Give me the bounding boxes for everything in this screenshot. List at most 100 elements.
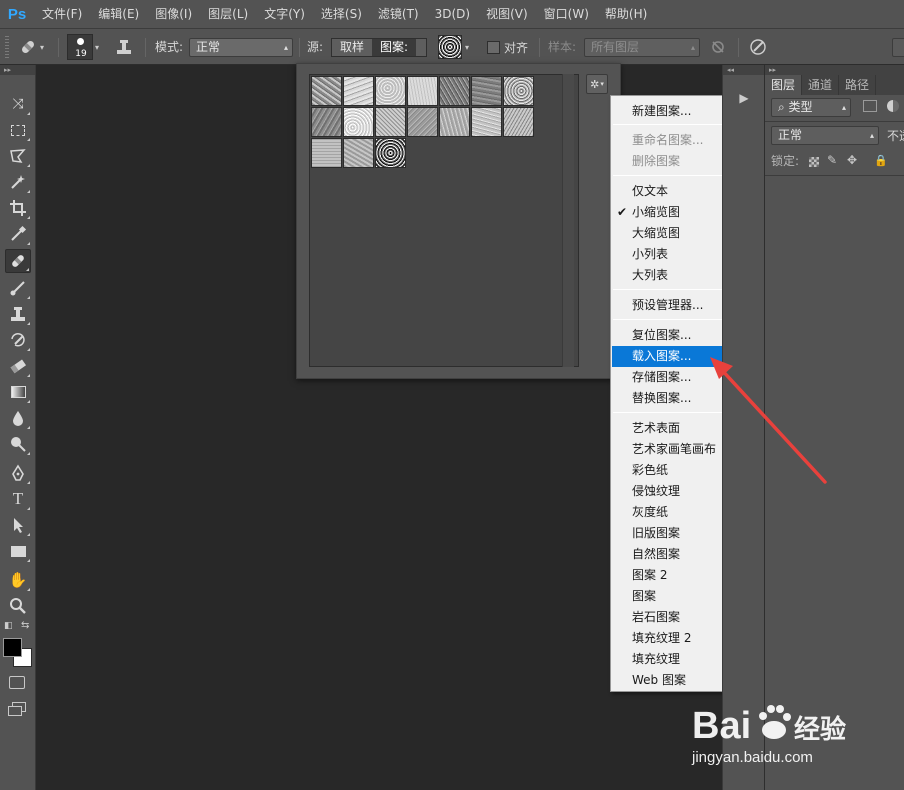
screen-mode-icon[interactable] [8,702,26,716]
lasso-tool[interactable] [5,144,31,168]
menu-select[interactable]: 选择(S) [313,0,370,28]
pen-icon [12,464,24,481]
panel-collapse-icon[interactable]: ▸▸ [0,65,35,75]
pattern-swatch[interactable] [375,138,406,168]
menu-3d[interactable]: 3D(D) [427,0,478,28]
pattern-picker-scrollbar[interactable] [562,74,574,367]
lock-position-icon[interactable]: ✥ [847,153,857,167]
dodge-tool[interactable] [5,432,31,456]
tab-channels[interactable]: 通道 [802,75,840,95]
pattern-swatch-picker[interactable]: ▾ [438,29,478,65]
blend-mode-value: 正常 [778,128,803,142]
options-bar: ▾ 19 ▾ 模式: 正常 ▴ 源: 取样 图案: ▾ 对齐 样本: 所有图层 … [0,28,904,65]
panel-collapse-icon[interactable]: ◂◂ [723,65,764,75]
menu-edit[interactable]: 编辑(E) [90,0,147,28]
lock-transparency-icon[interactable] [809,157,819,167]
sample-dropdown[interactable]: 所有图层 ▴ [584,38,700,57]
source-sampled-option[interactable]: 取样 [332,39,372,56]
brush-panel-toggle[interactable] [116,29,138,65]
layer-kind-filter[interactable]: ⌕ 类型 ▴ [771,98,851,117]
clone-stamp-tool[interactable] [5,302,31,326]
quick-mask-icon[interactable] [9,676,25,689]
brush-tool[interactable] [5,276,31,300]
history-brush-tool[interactable] [5,328,31,352]
gradient-tool[interactable] [5,380,31,404]
history-brush-icon [11,333,25,347]
pattern-swatch[interactable] [375,107,406,137]
ignore-adjustment-layers-button[interactable] [710,29,730,65]
crop-tool[interactable] [5,196,31,220]
pattern-swatch[interactable] [311,107,342,137]
pattern-swatch[interactable] [375,76,406,106]
blur-tool[interactable] [5,406,31,430]
pen-pressure-icon [750,39,766,55]
menu-file[interactable]: 文件(F) [34,0,90,28]
mode-value: 正常 [196,40,221,54]
arrow-select-icon [14,518,23,533]
options-grip[interactable] [5,36,9,58]
panel-collapse-icon[interactable]: ▸▸ [765,65,904,75]
menu-filter[interactable]: 滤镜(T) [370,0,427,28]
pattern-swatch[interactable] [503,76,534,106]
zoom-tool[interactable] [5,594,31,618]
path-selection-tool[interactable] [5,513,31,537]
rect-marquee-icon [11,124,25,136]
dodge-icon [11,437,26,452]
divider [539,38,540,57]
adjustment-filter-icon[interactable] [887,100,899,112]
mode-dropdown[interactable]: 正常 ▴ [189,38,293,57]
pattern-swatch[interactable] [407,107,438,137]
pen-tool[interactable] [5,461,31,485]
image-filter-icon[interactable] [863,100,877,112]
menu-bar: Ps 文件(F) 编辑(E) 图像(I) 图层(L) 文字(Y) 选择(S) 滤… [0,0,904,28]
play-icon[interactable]: ▶ [733,87,755,109]
paw-logo-icon [759,705,791,739]
hand-tool[interactable]: ✋ [5,568,31,592]
brush-picker[interactable]: 19 ▾ [67,29,105,65]
tool-preset-picker[interactable]: ▾ [18,29,48,65]
shape-tool[interactable] [5,539,31,563]
pattern-swatch[interactable] [439,76,470,106]
align-checkbox-group[interactable]: 对齐 [487,29,528,65]
menu-view[interactable]: 视图(V) [478,0,536,28]
pattern-swatch[interactable] [311,138,342,168]
foreground-color-swatch[interactable] [3,638,22,657]
baidu-jingyan-watermark: Bai 经验 jingyan.baidu.com [691,705,846,766]
menu-image[interactable]: 图像(I) [147,0,200,28]
tab-paths[interactable]: 路径 [839,75,877,95]
lock-all-icon[interactable]: 🔒 [874,154,888,167]
pattern-swatch[interactable] [343,107,374,137]
workspace-button[interactable] [892,38,904,57]
eraser-tool[interactable] [5,354,31,378]
menu-window[interactable]: 窗口(W) [536,0,597,28]
picker-settings-button[interactable]: ✲ ▾ [586,74,608,94]
brush-icon [10,281,25,296]
pattern-swatch[interactable] [471,107,502,137]
menu-help[interactable]: 帮助(H) [597,0,655,28]
swap-colors-icon[interactable]: ⇆ [21,620,29,631]
menu-layer[interactable]: 图层(L) [200,0,256,28]
brush-tip-icon [77,38,84,45]
pattern-swatch[interactable] [407,76,438,106]
healing-brush-tool[interactable] [5,249,31,273]
ps-logo: Ps [7,5,27,23]
move-tool[interactable]: ⤨ [5,92,31,116]
pattern-swatch[interactable] [343,138,374,168]
marquee-tool[interactable] [5,118,31,142]
lock-pixels-icon[interactable]: ✎ [827,153,837,167]
tab-layers[interactable]: 图层 [765,75,803,95]
pattern-swatch[interactable] [439,107,470,137]
eyedropper-tool[interactable] [5,222,31,246]
menu-type[interactable]: 文字(Y) [256,0,313,28]
source-pattern-option[interactable]: 图案: [372,39,417,56]
default-colors-icon[interactable]: ◧ [4,621,13,631]
pattern-swatch[interactable] [343,76,374,106]
pressure-size-button[interactable] [749,29,769,65]
pattern-swatch[interactable] [311,76,342,106]
eyedropper-icon [11,225,27,241]
type-tool[interactable]: T [5,487,31,511]
pattern-swatch[interactable] [471,76,502,106]
pattern-swatch[interactable] [503,107,534,137]
align-checkbox[interactable] [487,40,500,54]
magic-wand-tool[interactable] [5,170,31,194]
